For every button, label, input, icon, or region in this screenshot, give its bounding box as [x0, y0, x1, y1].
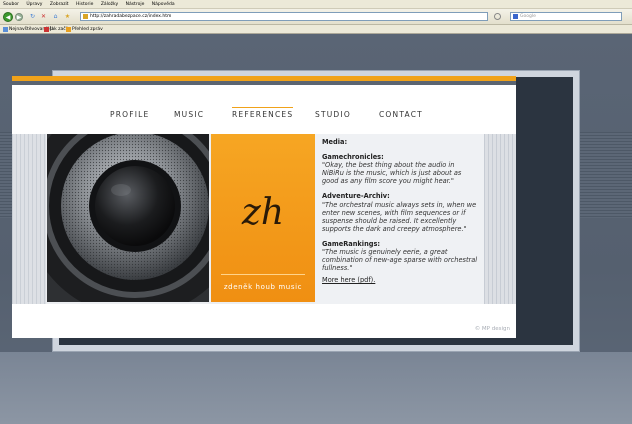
- bookmark-icon: [44, 27, 49, 32]
- address-text: http://zahradabezpace.cz/index.htm: [90, 14, 172, 19]
- address-bar[interactable]: http://zahradabezpace.cz/index.htm: [80, 12, 488, 21]
- menu-file[interactable]: Soubor: [3, 2, 19, 7]
- menu-tools[interactable]: Nástroje: [126, 2, 145, 7]
- copyright-text: © MP design: [474, 326, 510, 332]
- header-bar: [12, 81, 516, 85]
- media-heading: Media:: [322, 138, 348, 146]
- decorative-grid-left: [12, 134, 46, 304]
- speaker-image: [47, 134, 209, 302]
- brand-name: zdeněk houb music: [223, 283, 303, 291]
- reference-source: Gamechronicles:: [322, 153, 384, 162]
- menu-view[interactable]: Zobrazit: [50, 2, 69, 7]
- site-container: PROFILE MUSIC REFERENCES STUDIO CONTACT: [12, 76, 516, 338]
- search-placeholder: Google: [520, 14, 536, 19]
- nav-profile[interactable]: PROFILE: [110, 110, 149, 119]
- decorative-grid-right: [484, 134, 516, 304]
- search-input[interactable]: Google: [510, 12, 622, 21]
- brand-divider: [221, 274, 305, 275]
- background-floor: [0, 352, 632, 424]
- more-references-link[interactable]: More here (pdf).: [322, 276, 478, 284]
- bookmark-latest-headlines[interactable]: Přehled zpráv: [66, 25, 103, 34]
- rss-icon: [66, 27, 71, 32]
- site-favicon-icon: [83, 14, 88, 19]
- site-footer: © MP design: [12, 306, 516, 338]
- browser-toolbar: ◀ ▶ ↻ ✕ ⌂ ★ http://zahradabezpace.cz/ind…: [0, 9, 632, 25]
- browser-menubar: Soubor Úpravy Zobrazit Historie Záložky …: [0, 0, 632, 9]
- menu-edit[interactable]: Úpravy: [26, 2, 42, 7]
- brand-logo: zh: [241, 192, 285, 233]
- menu-help[interactable]: Nápověda: [152, 2, 175, 7]
- menu-bookmarks[interactable]: Záložky: [101, 2, 118, 7]
- nav-references[interactable]: REFERENCES: [232, 107, 294, 119]
- star-icon[interactable]: ★: [64, 13, 71, 20]
- speaker-graphic: [47, 134, 209, 302]
- reference-quote: "Okay, the best thing about the audio in…: [322, 161, 462, 186]
- home-icon[interactable]: ⌂: [52, 13, 59, 20]
- go-icon[interactable]: [494, 13, 501, 20]
- reference-quote: "The orchestral music always sets in, wh…: [322, 200, 477, 233]
- bookmark-icon: [3, 27, 8, 32]
- menu-history[interactable]: Historie: [76, 2, 93, 7]
- brand-panel: zh zdeněk houb music: [211, 134, 315, 302]
- references-text: Media: Gamechronicles: "Okay, the best t…: [315, 134, 484, 304]
- bookmarks-toolbar: Nejnavštěvovanější Jak začít Přehled zpr…: [0, 25, 632, 34]
- nav-contact[interactable]: CONTACT: [379, 110, 423, 119]
- stop-icon[interactable]: ✕: [40, 13, 47, 20]
- background-stripes-right: [580, 132, 632, 218]
- nav-music[interactable]: MUSIC: [174, 110, 204, 119]
- content-area: zh zdeněk houb music Media: Gamechronicl…: [12, 134, 516, 304]
- page-viewport: PROFILE MUSIC REFERENCES STUDIO CONTACT: [0, 34, 632, 424]
- nav-studio[interactable]: STUDIO: [315, 110, 351, 119]
- reference-quote: "The music is genuinely eerie, a great c…: [322, 248, 478, 273]
- google-icon: [513, 14, 518, 19]
- main-navigation: PROFILE MUSIC REFERENCES STUDIO CONTACT: [12, 107, 516, 124]
- back-icon[interactable]: ◀: [3, 12, 13, 22]
- reload-icon[interactable]: ↻: [29, 13, 36, 20]
- forward-icon[interactable]: ▶: [15, 13, 23, 21]
- reference-source: Adventure-Archiv:: [322, 192, 390, 201]
- reference-source: GameRankings:: [322, 239, 381, 248]
